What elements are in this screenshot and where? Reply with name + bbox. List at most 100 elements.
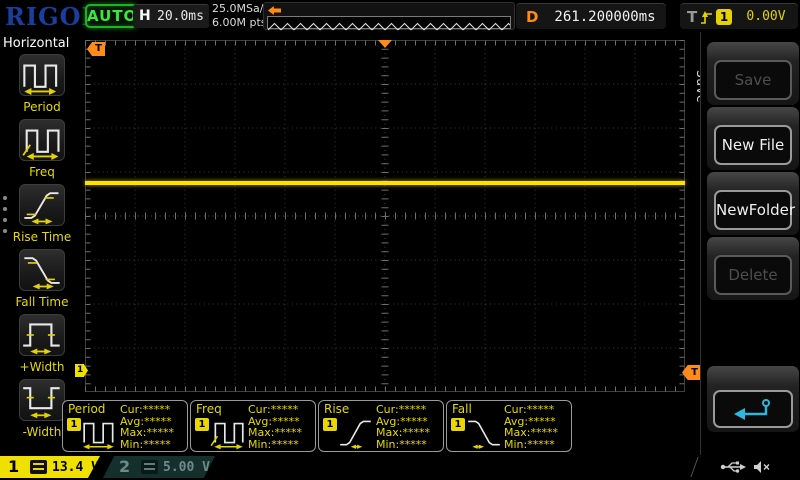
waveform-preview bbox=[263, 2, 515, 30]
rise-time-icon bbox=[337, 414, 375, 450]
waveform-display: T bbox=[85, 40, 685, 392]
channel1-status-tag: 1 13.4 V bbox=[0, 456, 100, 478]
trigger-source-badge: 1 bbox=[716, 9, 732, 25]
left-menu-title: Horizontal bbox=[3, 36, 69, 51]
stat-row: Cur:***** bbox=[120, 404, 174, 416]
stat-row: Max:***** bbox=[504, 427, 558, 439]
sample-rate: 25.0MSa/s bbox=[212, 2, 269, 16]
stat-row: Min:***** bbox=[376, 439, 430, 451]
channel2-number: 2 bbox=[119, 457, 130, 476]
stat-row: Min:***** bbox=[120, 439, 174, 451]
trigger-status-box: T 1 0.00V bbox=[680, 3, 798, 29]
acquisition-info: 25.0MSa/s 6.00M pts bbox=[212, 2, 269, 30]
dc-coupling-icon bbox=[141, 460, 158, 474]
channel1-number: 1 bbox=[8, 457, 19, 476]
fall-time-icon bbox=[19, 249, 65, 291]
trigger-time-marker-icon bbox=[378, 40, 392, 48]
stat-row: Cur:***** bbox=[248, 404, 302, 416]
preview-waveform-strip bbox=[267, 16, 511, 29]
measure-item-label: Rise Time bbox=[8, 230, 76, 244]
fall-time-icon bbox=[465, 414, 503, 450]
menu-slot: NewFolder bbox=[707, 172, 799, 235]
measurement-panel-period: Period 1 Cur:***** Avg:***** Max:***** M… bbox=[62, 400, 188, 452]
trigger-label: T bbox=[687, 8, 697, 26]
return-arrow-icon bbox=[731, 397, 775, 421]
freq-icon bbox=[209, 414, 247, 450]
timebase-value: 20.0ms bbox=[157, 9, 204, 24]
speaker-muted-icon bbox=[753, 460, 772, 474]
channel1-scale: 13.4 V bbox=[52, 460, 99, 475]
measurement-panel-freq: Freq 1 Cur:***** Avg:***** Max:***** Min… bbox=[190, 400, 316, 452]
stat-row: Max:***** bbox=[248, 427, 302, 439]
left-measure-menu: Horizontal Period bbox=[0, 32, 83, 455]
horizontal-timebase-box: H 20.0ms bbox=[133, 4, 209, 28]
statusbar-icons bbox=[720, 460, 772, 474]
measure-item-period[interactable]: Period bbox=[8, 54, 76, 116]
delay-offset-box: D 261.200000ms bbox=[516, 3, 666, 29]
trigger-level-value: 0.00V bbox=[740, 9, 792, 24]
rise-time-icon bbox=[19, 184, 65, 226]
dc-coupling-icon bbox=[30, 460, 47, 474]
measure-item-label: Fall Time bbox=[8, 295, 76, 309]
channel2-status-tag: 2 5.00 V bbox=[103, 456, 215, 478]
top-status-bar: RIGOL AUTO H 20.0ms 25.0MSa/s 6.00M pts bbox=[0, 0, 800, 32]
stat-row: Cur:***** bbox=[376, 404, 430, 416]
delete-button[interactable]: Delete bbox=[714, 255, 792, 295]
preview-position-arrow-icon bbox=[268, 6, 281, 15]
return-button[interactable] bbox=[713, 390, 793, 428]
measurement-panel-fall: Fall 1 Cur:***** Avg:***** Max:***** Min… bbox=[446, 400, 572, 452]
neg-width-icon bbox=[19, 379, 65, 421]
measure-item-fall-time[interactable]: Fall Time bbox=[8, 249, 76, 311]
run-status-badge: AUTO bbox=[85, 4, 138, 28]
bottom-status-bar: 1 13.4 V 2 5.00 V bbox=[0, 455, 800, 480]
measurement-stats: Cur:***** Avg:***** Max:***** Min:***** bbox=[120, 404, 174, 450]
menu-page-dot bbox=[3, 196, 7, 200]
delay-value: 261.200000ms bbox=[550, 9, 660, 25]
pos-width-icon bbox=[19, 314, 65, 356]
measurement-source-badge: 1 bbox=[323, 418, 337, 431]
stat-row: Max:***** bbox=[120, 427, 174, 439]
measurement-source-badge: 1 bbox=[195, 418, 209, 431]
measurement-stats: Cur:***** Avg:***** Max:***** Min:***** bbox=[248, 404, 302, 450]
menu-page-dot bbox=[3, 229, 7, 233]
measure-item-label: +Width bbox=[8, 360, 76, 374]
measurement-source-badge: 1 bbox=[67, 418, 81, 431]
stat-row: Cur:***** bbox=[504, 404, 558, 416]
measurement-stats: Cur:***** Avg:***** Max:***** Min:***** bbox=[504, 404, 558, 450]
new-folder-button[interactable]: NewFolder bbox=[714, 190, 792, 230]
measurement-stats: Cur:***** Avg:***** Max:***** Min:***** bbox=[376, 404, 430, 450]
usb-icon bbox=[720, 460, 746, 474]
channel1-trace bbox=[85, 181, 685, 185]
new-file-button[interactable]: New File bbox=[714, 125, 792, 165]
freq-icon bbox=[19, 119, 65, 161]
menu-slot: Delete bbox=[707, 237, 799, 300]
right-save-menu: Save New File NewFolder Delete bbox=[700, 32, 800, 455]
measure-item-freq[interactable]: Freq bbox=[8, 119, 76, 181]
period-icon bbox=[19, 54, 65, 96]
measure-item-label: Period bbox=[8, 100, 76, 114]
trigger-edge-icon bbox=[700, 10, 714, 25]
save-button[interactable]: Save bbox=[714, 60, 792, 100]
delay-label: D bbox=[526, 8, 538, 26]
channel2-scale: 5.00 V bbox=[163, 460, 210, 475]
horizontal-label: H bbox=[139, 8, 151, 24]
menu-page-dot bbox=[3, 218, 7, 222]
oscilloscope-screen: RIGOL AUTO H 20.0ms 25.0MSa/s 6.00M pts bbox=[0, 0, 800, 480]
measure-item-rise-time[interactable]: Rise Time bbox=[8, 184, 76, 246]
statusbar-divider bbox=[690, 457, 698, 477]
menu-page-dot bbox=[3, 207, 7, 211]
menu-slot: Save bbox=[707, 42, 799, 105]
period-icon bbox=[81, 414, 119, 450]
preview-zigzag-waveform bbox=[268, 21, 510, 32]
stat-row: Max:***** bbox=[376, 427, 430, 439]
menu-slot: New File bbox=[707, 107, 799, 170]
memory-depth: 6.00M pts bbox=[212, 16, 269, 30]
measurement-panel-rise: Rise 1 Cur:***** Avg:***** Max:***** Min… bbox=[318, 400, 444, 452]
stat-row: Min:***** bbox=[504, 439, 558, 451]
measure-item-pos-width[interactable]: +Width bbox=[8, 314, 76, 376]
stat-row: Min:***** bbox=[248, 439, 302, 451]
measure-item-label: Freq bbox=[8, 165, 76, 179]
menu-slot bbox=[707, 366, 799, 432]
measurement-source-badge: 1 bbox=[451, 418, 465, 431]
graticule-grid bbox=[85, 40, 685, 392]
